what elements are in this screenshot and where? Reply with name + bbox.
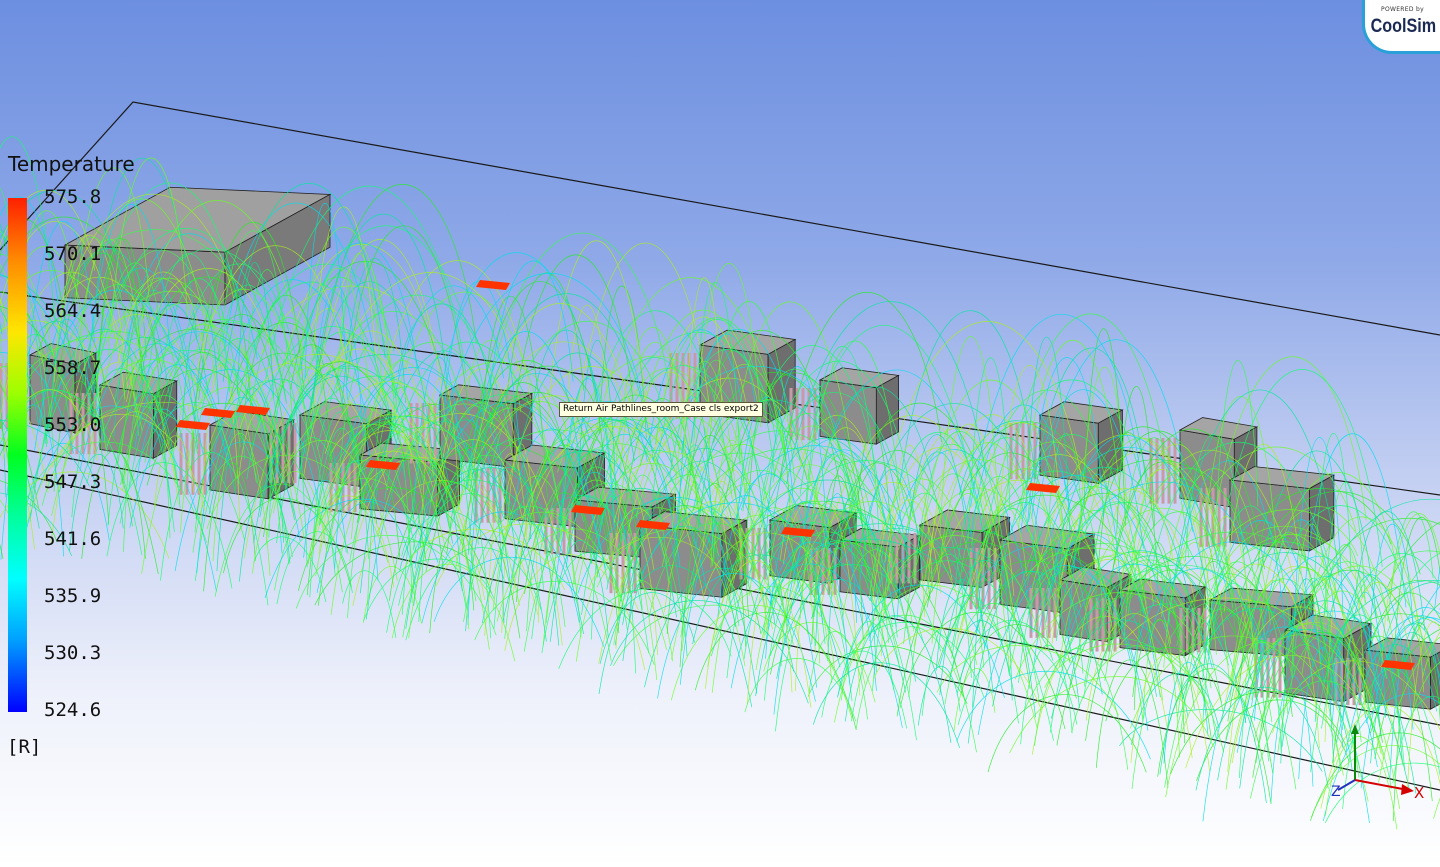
pathline — [1163, 661, 1209, 764]
axis-x-label: X — [1414, 784, 1425, 802]
colorbar-tick-label: 530.3 — [44, 642, 102, 664]
colorbar-tick-label: 535.9 — [44, 585, 102, 607]
hot-spot — [176, 420, 210, 430]
pathline — [812, 662, 960, 749]
rack-box — [919, 524, 983, 588]
colorbar-tick-label: 524.6 — [44, 699, 102, 721]
pathline — [391, 563, 516, 662]
axis-triad-icon — [1337, 724, 1414, 795]
hot-spot — [476, 280, 510, 290]
pathline — [253, 536, 327, 603]
axis-z-label: Z — [1331, 784, 1341, 800]
pathline-tooltip: Return Air Pathlines_room_Case cls expor… — [559, 402, 763, 417]
coolsim-logo: POWERED by CoolSim — [1362, 0, 1440, 54]
viewport-3d[interactable] — [0, 0, 1440, 867]
pathline — [939, 336, 999, 536]
logo-powered-text: POWERED by — [1381, 6, 1424, 13]
colorbar-tick-label: 553.0 — [44, 414, 102, 436]
pathline — [956, 671, 1151, 760]
hot-spot — [1026, 483, 1060, 493]
pathline — [1034, 648, 1129, 770]
pathline — [0, 344, 5, 369]
pathline — [276, 531, 353, 605]
temperature-colorbar — [8, 198, 27, 712]
rack-box-side — [875, 374, 899, 445]
colorbar-tick-label: 558.7 — [44, 357, 102, 379]
colorbar-tick-label: 547.3 — [44, 471, 102, 493]
legend-title: Temperature — [8, 152, 135, 176]
colorbar-tick-label: 575.8 — [44, 186, 102, 208]
colorbar-tick-label: 570.1 — [44, 243, 102, 265]
logo-brand-text: CoolSim — [1370, 16, 1437, 37]
hot-spot — [201, 408, 235, 418]
pathline — [987, 694, 1147, 773]
colorbar-tick-label: 564.4 — [44, 300, 102, 322]
colorbar-tick-label: 541.6 — [44, 528, 102, 550]
rack-box — [999, 539, 1068, 614]
legend-unit: [R] — [7, 736, 42, 758]
